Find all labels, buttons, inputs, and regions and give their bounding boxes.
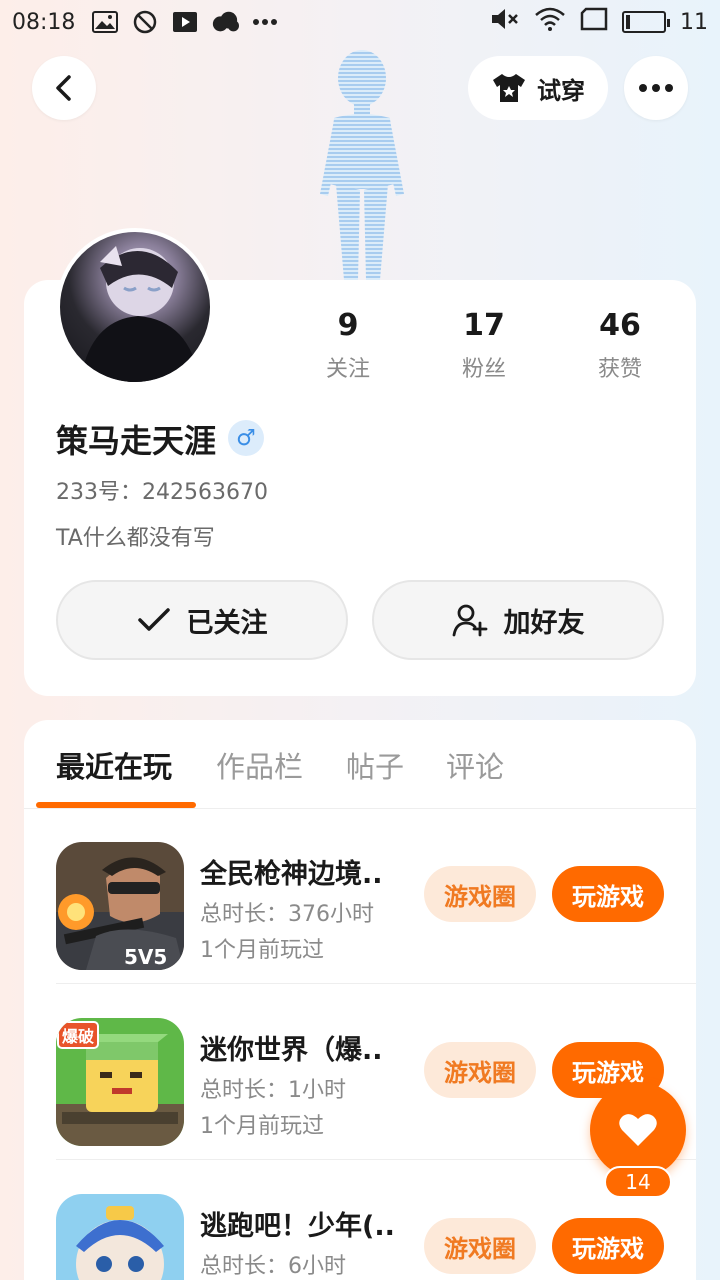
likes-label: 获赞 xyxy=(597,357,642,382)
list-item[interactable]: 逃跑吧！少年(.. 总时长：6小时 游戏圈 玩游戏 xyxy=(24,1160,696,1280)
try-on-label: 试穿 xyxy=(537,76,585,105)
play-game-button[interactable]: 玩游戏 xyxy=(552,1218,664,1274)
game-last-played: 1个月前玩过 xyxy=(200,1114,324,1139)
block-icon xyxy=(131,9,159,35)
cloud-icon xyxy=(211,9,240,35)
shirt-icon xyxy=(493,74,525,102)
more-notifications-icon xyxy=(251,9,279,35)
game-title: 逃跑吧！少年(.. xyxy=(200,1211,395,1242)
add-friend-label: 加好友 xyxy=(503,607,585,639)
wifi-icon xyxy=(534,7,566,37)
back-button[interactable] xyxy=(32,56,96,120)
game-title: 迷你世界（爆.. xyxy=(200,1035,383,1066)
status-bar: 08:18 11 xyxy=(0,0,720,44)
game-circle-button[interactable]: 游戏圈 xyxy=(424,866,536,922)
followers-stat[interactable]: 17 粉丝 xyxy=(424,308,544,383)
chevron-left-icon xyxy=(56,75,71,101)
play-game-button[interactable]: 玩游戏 xyxy=(552,866,664,922)
more-options-button[interactable] xyxy=(624,56,688,120)
avatar-3d-figure xyxy=(296,44,426,284)
following-stat[interactable]: 9 关注 xyxy=(288,308,408,383)
tab-comments[interactable]: 评论 xyxy=(446,744,504,786)
gunner-game-icon: 5V5 xyxy=(56,842,184,970)
status-time: 08:18 xyxy=(12,9,76,35)
tab-posts[interactable]: 帖子 xyxy=(346,744,404,786)
likes-stat[interactable]: 46 获赞 xyxy=(560,308,680,383)
game-duration: 总时长：6小时 xyxy=(200,1254,346,1279)
list-item[interactable]: 5V5 全民枪神边境.. 总时长：376小时 1个月前玩过 游戏圈 玩游戏 xyxy=(24,808,696,984)
video-icon xyxy=(171,9,199,35)
battery-level: 11 xyxy=(680,9,708,35)
game-circle-button[interactable]: 游戏圈 xyxy=(424,1218,536,1274)
game-title: 全民枪神边境.. xyxy=(200,859,383,890)
username: 策马走天涯 xyxy=(56,422,217,460)
svg-text:爆破: 爆破 xyxy=(62,1027,94,1046)
more-icon xyxy=(639,84,673,92)
like-fab-button[interactable] xyxy=(590,1082,686,1178)
avatar[interactable] xyxy=(56,228,214,386)
battery-icon xyxy=(622,11,670,33)
followers-label: 粉丝 xyxy=(461,357,506,382)
likes-count: 46 xyxy=(599,308,641,343)
game-last-played: 1个月前玩过 xyxy=(200,938,324,963)
gallery-icon xyxy=(91,9,119,35)
game-circle-button[interactable]: 游戏圈 xyxy=(424,1042,536,1098)
user-id: 233号：242563670 xyxy=(56,480,268,505)
game-duration: 总时长：1小时 xyxy=(200,1078,346,1103)
block-game-icon: 爆破 xyxy=(56,1018,184,1146)
followed-button[interactable]: 已关注 xyxy=(56,580,348,660)
add-friend-button[interactable]: 加好友 xyxy=(372,580,664,660)
like-count-badge: 14 xyxy=(604,1166,672,1198)
checkmark-icon xyxy=(137,608,170,631)
followers-count: 17 xyxy=(463,308,505,343)
followed-label: 已关注 xyxy=(186,607,268,639)
following-count: 9 xyxy=(337,308,359,343)
gender-male-icon: ♂ xyxy=(228,420,264,456)
screen-rotate-icon xyxy=(580,7,608,37)
game-duration: 总时长：376小时 xyxy=(200,902,374,927)
runner-game-icon xyxy=(56,1194,184,1280)
svg-text:5V5: 5V5 xyxy=(124,945,167,969)
tab-works[interactable]: 作品栏 xyxy=(216,744,303,786)
mute-icon xyxy=(490,7,520,37)
tab-recently-played[interactable]: 最近在玩 xyxy=(56,744,172,786)
add-user-icon xyxy=(452,604,487,637)
heart-icon xyxy=(619,1114,657,1146)
user-bio: TA什么都没有写 xyxy=(56,526,215,551)
try-on-button[interactable]: 试穿 xyxy=(468,56,608,120)
following-label: 关注 xyxy=(325,357,370,382)
